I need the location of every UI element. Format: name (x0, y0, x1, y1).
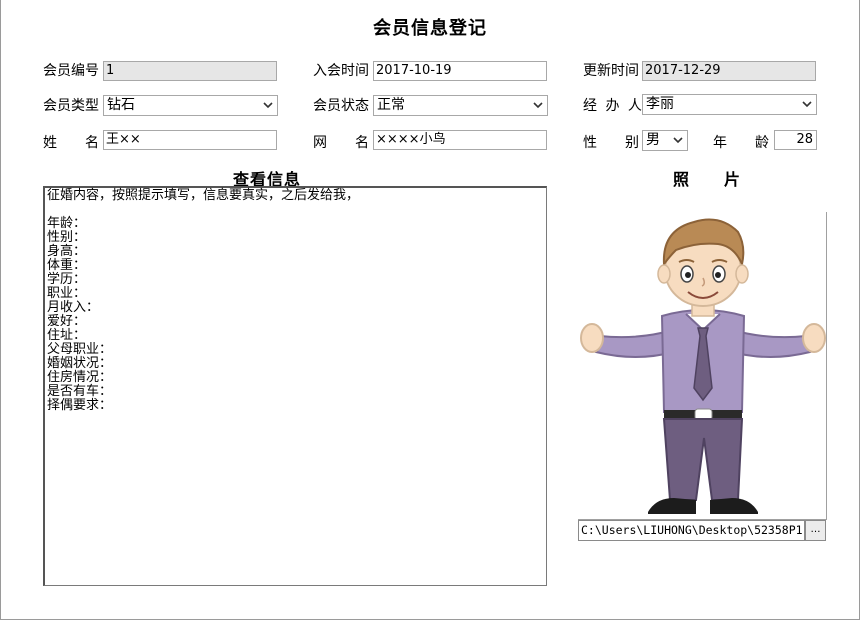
info-line: 职业： (47, 286, 87, 301)
age-field[interactable]: 28 (774, 130, 817, 150)
info-line: 征婚内容，按照提示填写，信息要真实，之后发给我， (47, 188, 360, 203)
info-line: 月收入： (47, 300, 100, 315)
member-status-value: 正常 (377, 97, 405, 113)
gender-label-char2: 别 (625, 135, 639, 151)
gender-select[interactable]: 男 (642, 130, 688, 151)
member-type-value: 钻石 (107, 97, 135, 113)
member-status-select[interactable]: 正常 (373, 95, 548, 116)
chevron-down-icon[interactable] (262, 99, 274, 112)
join-time-field[interactable]: 2017-10-19 (373, 61, 547, 81)
info-line: 爱好： (47, 314, 87, 329)
info-textarea[interactable]: 征婚内容，按照提示填写，信息要真实，之后发给我， 年龄： 性别： 身高： 体重： 学历：… (43, 186, 547, 586)
update-time-label: 更新时间 (583, 63, 639, 79)
info-line: 婚姻状况： (47, 356, 113, 371)
member-no-field[interactable]: 1 (103, 61, 277, 81)
age-label-char1: 年 (713, 135, 727, 151)
member-no-label: 会员编号 (43, 63, 99, 79)
browse-button[interactable]: … (805, 520, 826, 541)
info-line: 学历： (47, 272, 87, 287)
handler-value: 李丽 (646, 96, 674, 112)
name-label-char1: 姓 (43, 135, 57, 151)
nickname-label-char1: 网 (313, 135, 327, 151)
info-line: 身高： (47, 244, 87, 259)
info-line: 年龄： (47, 216, 87, 231)
member-type-label: 会员类型 (43, 98, 99, 114)
nickname-label-char2: 名 (355, 135, 369, 151)
name-field[interactable]: 王×× (103, 130, 277, 150)
photo-heading: 照 片 (673, 170, 742, 189)
info-line: 住房情况： (47, 370, 113, 385)
photo-frame (578, 212, 827, 520)
info-line: 是否有车： (47, 384, 113, 399)
chevron-down-icon[interactable] (672, 134, 684, 147)
info-line: 住址： (47, 328, 87, 343)
info-line: 择偶要求： (47, 398, 113, 413)
member-status-label: 会员状态 (313, 98, 369, 114)
join-time-label: 入会时间 (313, 63, 369, 79)
member-type-select[interactable]: 钻石 (103, 95, 278, 116)
name-label-char2: 名 (85, 135, 99, 151)
info-line: 体重： (47, 258, 87, 273)
handler-label: 经 办 人 (583, 98, 644, 114)
chevron-down-icon[interactable] (532, 99, 544, 112)
info-line: 父母职业： (47, 342, 113, 357)
handler-select[interactable]: 李丽 (642, 94, 817, 115)
update-time-field[interactable]: 2017-12-29 (642, 61, 816, 81)
cartoon-man-photo (580, 218, 826, 514)
chevron-down-icon[interactable] (801, 98, 813, 111)
page-title: 会员信息登记 (373, 18, 487, 39)
age-label-char2: 龄 (755, 135, 769, 151)
gender-value: 男 (646, 132, 660, 148)
photo-path-field[interactable]: C:\Users\LIUHONG\Desktop\52358P1 (578, 520, 805, 541)
nickname-field[interactable]: ××××小鸟 (373, 130, 547, 150)
info-line (47, 203, 544, 217)
gender-label-char1: 性 (583, 135, 597, 151)
info-line: 性别： (47, 230, 87, 245)
